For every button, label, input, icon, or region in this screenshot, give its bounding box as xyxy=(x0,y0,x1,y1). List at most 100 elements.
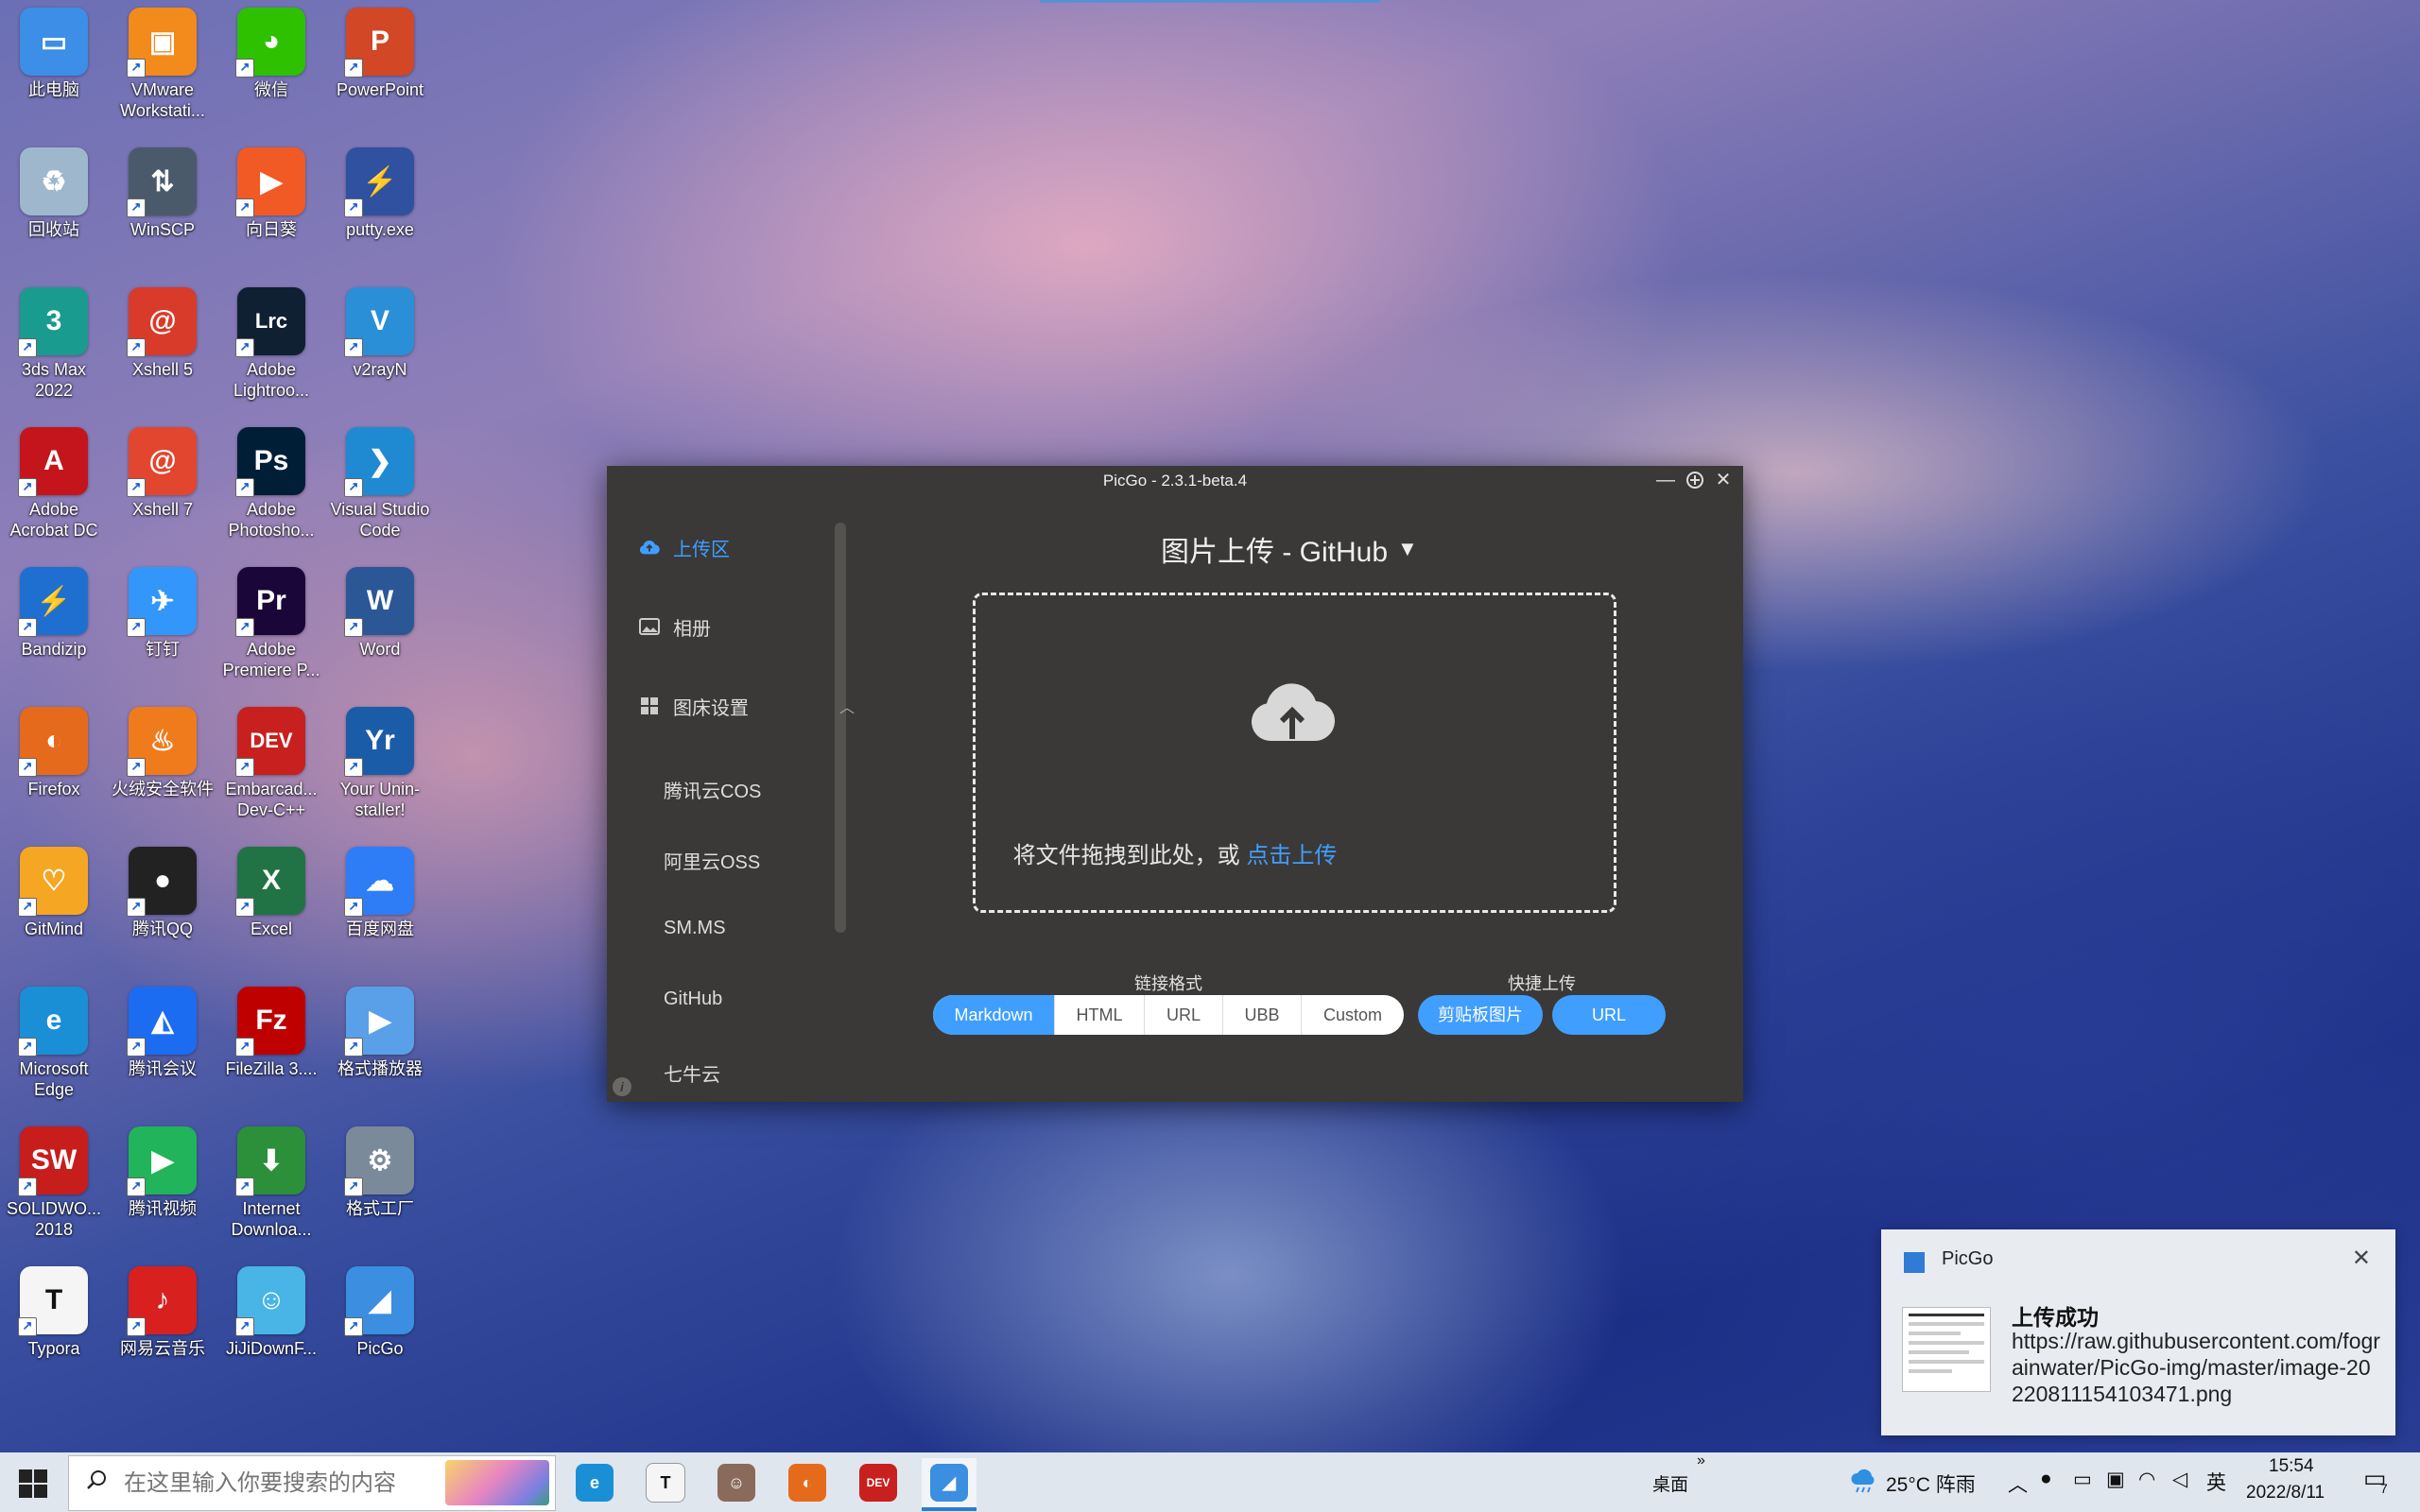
shortcut-arrow-icon: ↗ xyxy=(127,1317,146,1336)
desktop-shortcut[interactable]: @ ↗ Xshell 7 xyxy=(110,420,216,552)
chevron-up-icon[interactable]: ︿ xyxy=(2008,1469,2028,1498)
icon-glyph: e xyxy=(45,1005,62,1036)
desktop-shortcut[interactable]: ▭ 此电脑 xyxy=(1,0,107,132)
desktop-shortcut[interactable]: ⚙ ↗ 格式工厂 xyxy=(327,1119,433,1251)
desktop-shortcut[interactable]: ♻ 回收站 xyxy=(1,140,107,272)
desktop-shortcut[interactable]: Fz ↗ FileZilla 3.... xyxy=(218,979,324,1111)
clipboard-upload-button[interactable]: 剪贴板图片 xyxy=(1418,995,1543,1035)
close-button[interactable]: ✕ xyxy=(1711,468,1736,492)
desktop-shortcut[interactable]: DEV ↗ Embarcad... Dev-C++ xyxy=(218,699,324,832)
desktop-shortcut[interactable]: ▣ ↗ VMware Workstati... xyxy=(110,0,216,132)
desktop-shortcut[interactable]: T ↗ Typora xyxy=(1,1259,107,1391)
ime-indicator[interactable]: 英 xyxy=(2206,1468,2226,1496)
weather-text[interactable]: 25°C 阵雨 xyxy=(1886,1469,1976,1498)
taskbar-app[interactable]: ◢ xyxy=(922,1458,977,1511)
windows-start-icon[interactable] xyxy=(19,1469,47,1498)
desktop-shortcut[interactable]: X ↗ Excel xyxy=(218,839,324,971)
desktop-shortcut-label: 百度网盘 xyxy=(346,919,414,938)
desktop-shortcut[interactable]: ⚡ ↗ Bandizip xyxy=(1,559,107,692)
link-format-option[interactable]: Markdown xyxy=(933,995,1054,1035)
volume-icon[interactable]: ◁ xyxy=(2172,1468,2187,1491)
desktop-shortcut[interactable]: ▶ ↗ 腾讯视频 xyxy=(110,1119,216,1251)
desktop-shortcut[interactable]: SW ↗ SOLIDWO... 2018 xyxy=(1,1119,107,1251)
desktop-shortcut[interactable]: ▶ ↗ 格式播放器 xyxy=(327,979,433,1111)
grid-icon xyxy=(639,696,660,716)
clock-time[interactable]: 15:54 xyxy=(2269,1456,2314,1477)
desktop-shortcut[interactable]: ● ↗ 腾讯QQ xyxy=(110,839,216,971)
sidebar-subitem[interactable]: 七牛云 xyxy=(664,1059,720,1087)
desktop-shortcut[interactable]: Lrc ↗ Adobe Lightroo... xyxy=(218,280,324,412)
upload-title[interactable]: 图片上传 - GitHub ▼ xyxy=(1161,528,1418,570)
desktop-shortcut[interactable]: ✈ ↗ 钉钉 xyxy=(110,559,216,692)
battery-icon[interactable]: ▭ xyxy=(2073,1468,2092,1491)
desktop-shortcut[interactable]: Ps ↗ Adobe Photosho... xyxy=(218,420,324,552)
minimize-button[interactable]: — xyxy=(1653,468,1678,492)
desktop-shortcut[interactable]: @ ↗ Xshell 5 xyxy=(110,280,216,412)
desktop-shortcut[interactable]: ◐ ↗ Firefox xyxy=(1,699,107,832)
desktop-toolbar-label[interactable]: 桌面 xyxy=(1652,1470,1688,1496)
click-upload-link[interactable]: 点击上传 xyxy=(1246,843,1337,868)
search-input[interactable] xyxy=(122,1466,466,1502)
desktop-shortcut[interactable]: ◕ ↗ 微信 xyxy=(218,0,324,132)
clock-date[interactable]: 2022/8/11 xyxy=(2246,1483,2325,1503)
shortcut-arrow-icon: ↗ xyxy=(127,478,146,497)
title-bar[interactable]: PicGo - 2.3.1-beta.4 — ✕ xyxy=(607,466,1743,494)
desktop-shortcut-label: 格式播放器 xyxy=(337,1059,423,1078)
icon-glyph: ⬇ xyxy=(259,1144,284,1177)
qq-tray-icon[interactable]: ● xyxy=(2040,1468,2052,1490)
desktop-shortcut[interactable]: ▶ ↗ 向日葵 xyxy=(218,140,324,272)
desktop-shortcut[interactable]: W ↗ Word xyxy=(327,559,433,692)
desktop-shortcut[interactable]: A ↗ Adobe Acrobat DC xyxy=(1,420,107,552)
url-upload-button[interactable]: URL xyxy=(1552,995,1666,1035)
taskbar-app[interactable]: ◐ xyxy=(780,1458,835,1507)
desktop-shortcut[interactable]: ☺ ↗ JiJiDownF... xyxy=(218,1259,324,1391)
close-icon[interactable]: ✕ xyxy=(2352,1245,2371,1272)
link-format-option[interactable]: HTML xyxy=(1054,995,1144,1035)
taskbar-app[interactable]: DEV xyxy=(851,1458,906,1507)
desktop-shortcut[interactable]: V ↗ v2rayN xyxy=(327,280,433,412)
desktop-shortcut[interactable]: ♪ ↗ 网易云音乐 xyxy=(110,1259,216,1391)
desktop-shortcut[interactable]: Pr ↗ Adobe Premiere P... xyxy=(218,559,324,692)
desktop-shortcut[interactable]: ⇅ ↗ WinSCP xyxy=(110,140,216,272)
desktop-shortcut[interactable]: ♨ ↗ 火绒安全软件 xyxy=(110,699,216,832)
sidebar-subitem[interactable]: 腾讯云COS xyxy=(664,776,761,803)
display-icon[interactable]: ▣ xyxy=(2106,1468,2125,1491)
taskbar-search[interactable] xyxy=(68,1455,556,1511)
desktop-shortcut-label: 腾讯QQ xyxy=(131,919,193,938)
desktop-shortcut[interactable]: Yr ↗ Your Unin-staller! xyxy=(327,699,433,832)
desktop-shortcut-label: Adobe Photosho... xyxy=(228,500,315,540)
desktop-shortcut[interactable]: ◭ ↗ 腾讯会议 xyxy=(110,979,216,1111)
sidebar-item-upload[interactable]: 上传区 xyxy=(639,528,730,566)
wifi-icon[interactable]: ◠ xyxy=(2138,1468,2155,1491)
sidebar-subitem[interactable]: GitHub xyxy=(664,988,722,1010)
taskbar-app[interactable]: T xyxy=(638,1458,693,1507)
desktop-shortcut[interactable]: ◢ ↗ PicGo xyxy=(327,1259,433,1391)
desktop-shortcut[interactable]: P ↗ PowerPoint xyxy=(327,0,433,132)
desktop-shortcut[interactable]: ♡ ↗ GitMind xyxy=(1,839,107,971)
drop-text: 将文件拖拽到此处，或 xyxy=(1012,843,1247,868)
taskbar-app[interactable]: e xyxy=(567,1458,622,1507)
link-format-option[interactable]: UBB xyxy=(1222,995,1301,1035)
icon-glyph: ⇅ xyxy=(150,165,175,198)
link-format-option[interactable]: URL xyxy=(1144,995,1222,1035)
notification-toast[interactable]: PicGo ✕ 上传成功 https://raw.githubuserconte… xyxy=(1881,1229,2395,1435)
sidebar-item-settings[interactable]: 图床设置 ︿ xyxy=(639,687,855,725)
desktop-shortcut[interactable]: e ↗ Microsoft Edge xyxy=(1,979,107,1111)
desktop-shortcut[interactable]: ❯ ↗ Visual Studio Code xyxy=(327,420,433,552)
tencent-video-icon: ▶ ↗ xyxy=(127,1126,197,1196)
info-icon[interactable]: i xyxy=(613,1077,631,1096)
sidebar-subitem[interactable]: SM.MS xyxy=(664,918,726,939)
taskbar-app[interactable]: ☺ xyxy=(709,1458,764,1507)
link-format-option[interactable]: Custom xyxy=(1301,995,1404,1035)
desktop-shortcut[interactable]: ⬇ ↗ Internet Downloa... xyxy=(218,1119,324,1251)
maximize-button[interactable] xyxy=(1683,468,1707,492)
sidebar-scrollbar[interactable] xyxy=(835,523,846,933)
shortcut-arrow-icon: ↗ xyxy=(18,478,37,497)
desktop-shortcut[interactable]: 3 ↗ 3ds Max 2022 xyxy=(1,280,107,412)
desktop-shortcut-label: 向日葵 xyxy=(246,220,297,239)
thumbnail xyxy=(1902,1307,1991,1392)
chevron-right-icon[interactable]: » xyxy=(1697,1452,1705,1469)
desktop-shortcut[interactable]: ☁ ↗ 百度网盘 xyxy=(327,839,433,971)
sidebar-item-album[interactable]: 相册 xyxy=(639,608,711,645)
desktop-shortcut[interactable]: ⚡ ↗ putty.exe xyxy=(327,140,433,272)
